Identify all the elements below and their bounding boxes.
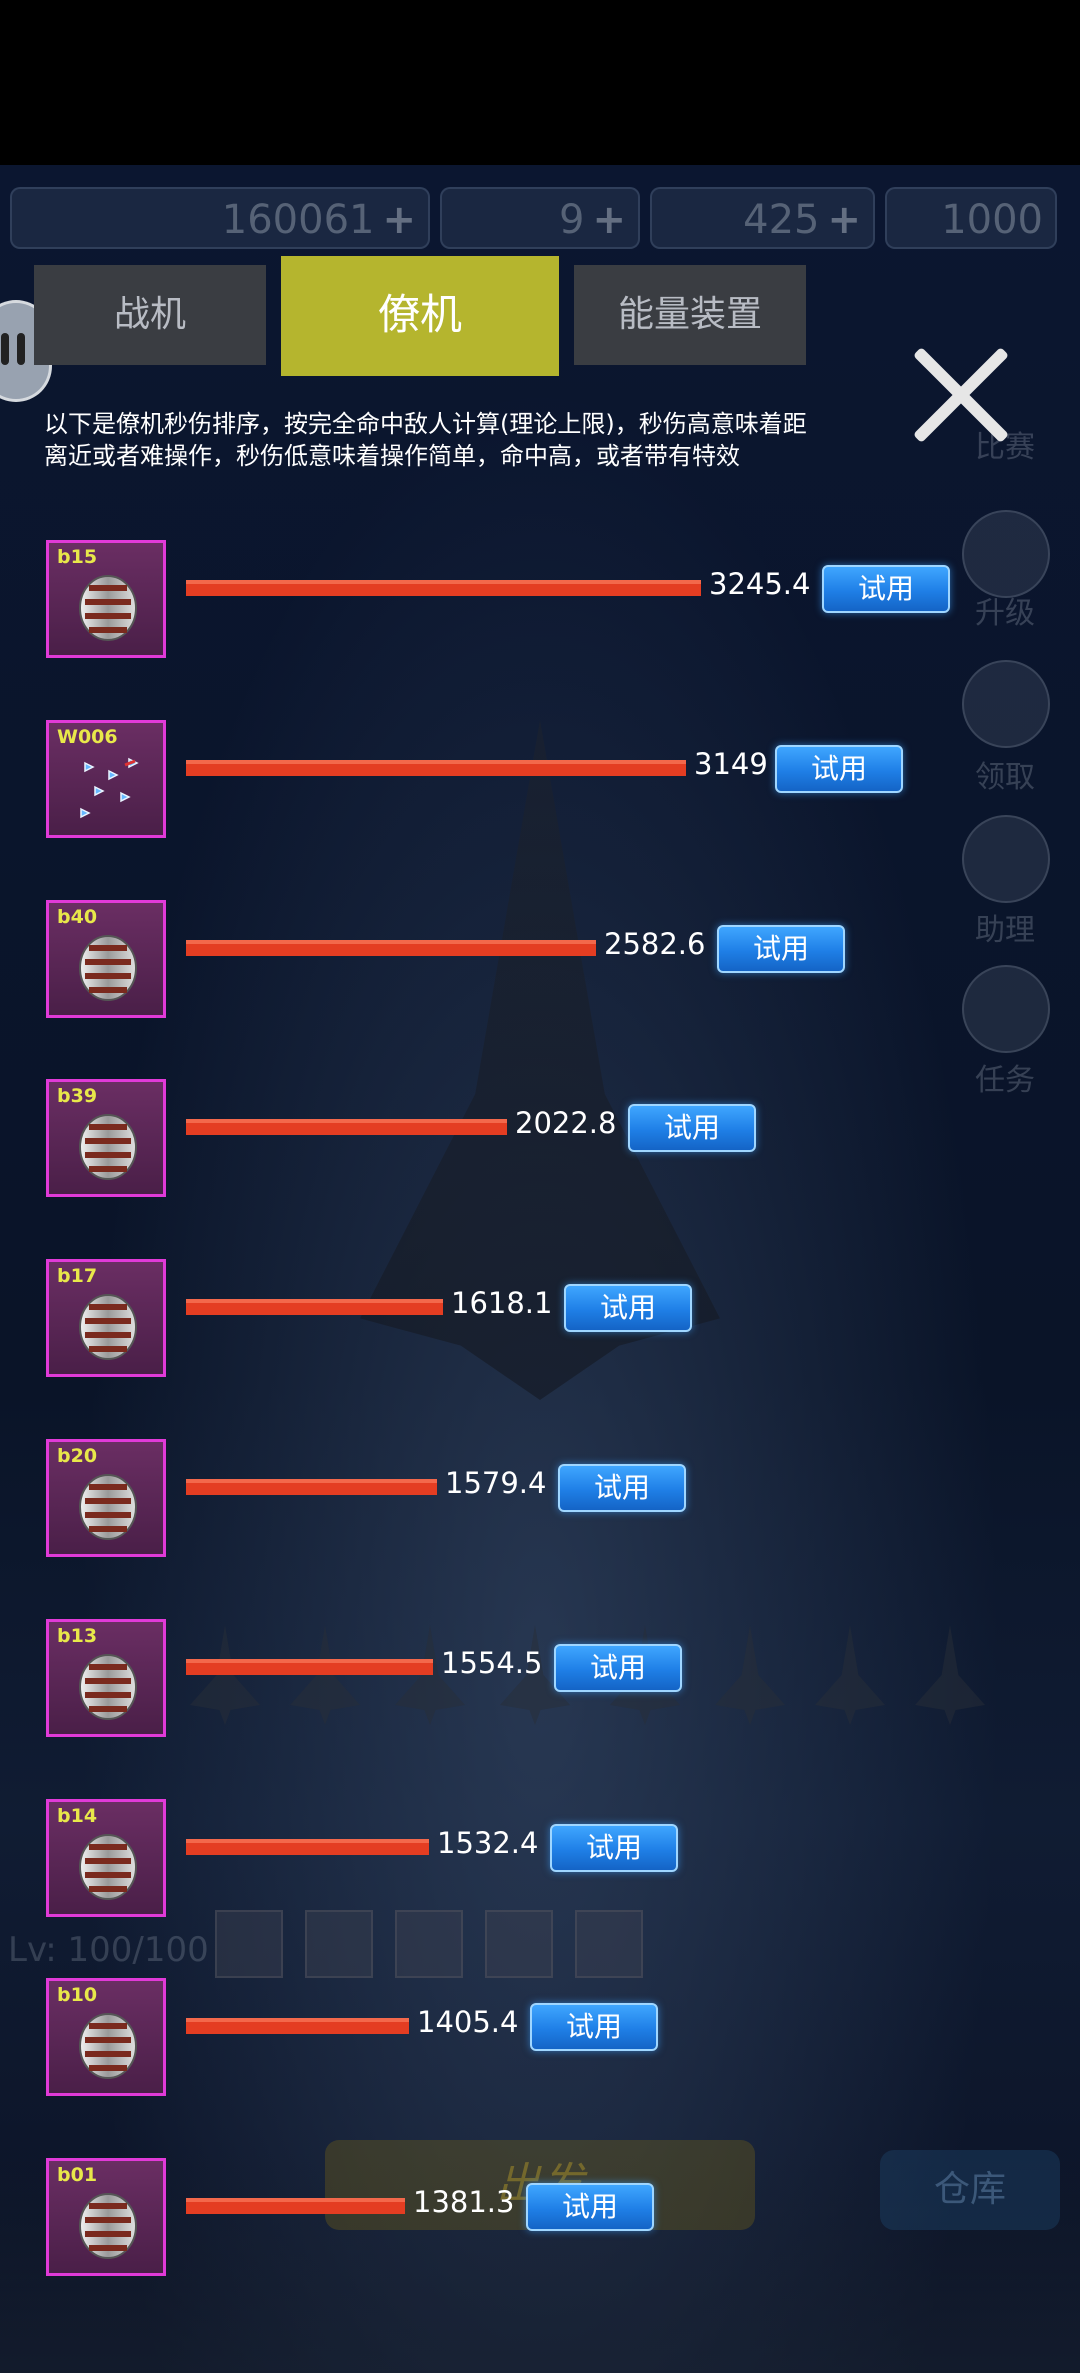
try-button[interactable]: 试用 xyxy=(558,1464,686,1512)
try-button[interactable]: 试用 xyxy=(526,2183,654,2231)
wingman-row: b40 2582.6 试用 xyxy=(0,900,1080,1030)
bomb-counter: 9 + xyxy=(440,187,640,249)
wingman-code: b20 xyxy=(57,1445,98,1467)
dps-bar xyxy=(186,2018,409,2034)
wingman-row: b10 1405.4 试用 xyxy=(0,1978,1080,2108)
wingman-row: W006 3149 试用 xyxy=(0,720,1080,850)
wingman-code: b40 xyxy=(57,906,98,928)
dps-bar xyxy=(186,2198,405,2214)
dps-bar xyxy=(186,1839,429,1855)
ranking-description: 以下是僚机秒伤排序，按完全命中敌人计算(理论上限)，秒伤高意味着距离近或者难操作… xyxy=(44,410,807,470)
wingman-thumbnail: W006 xyxy=(46,720,166,838)
try-button[interactable]: 试用 xyxy=(775,745,903,793)
wingman-row: b01 1381.3 试用 xyxy=(0,2158,1080,2288)
wingman-row: b14 1532.4 试用 xyxy=(0,1799,1080,1929)
dps-bar xyxy=(186,1119,507,1135)
close-icon[interactable] xyxy=(910,345,1010,445)
ticket-counter: 1000 xyxy=(885,187,1057,249)
wingman-thumbnail: b15 xyxy=(46,540,166,658)
wingman-code: b01 xyxy=(57,2164,98,2186)
coin-counter: 160061 + xyxy=(10,187,430,249)
wingman-code: b17 xyxy=(57,1265,98,1287)
wingman-thumbnail: b13 xyxy=(46,1619,166,1737)
wingman-row: b17 1618.1 试用 xyxy=(0,1259,1080,1389)
try-button[interactable]: 试用 xyxy=(550,1824,678,1872)
dps-value: 1381.3 xyxy=(413,2185,515,2219)
wingman-code: b14 xyxy=(57,1805,98,1827)
tab-energy-device[interactable]: 能量装置 xyxy=(574,265,806,365)
tab-fighter[interactable]: 战机 xyxy=(34,265,266,365)
wingman-code: W006 xyxy=(57,726,118,748)
wingman-code: b10 xyxy=(57,1984,98,2006)
dps-value: 3149 xyxy=(694,747,768,781)
dps-value: 1532.4 xyxy=(437,1826,539,1860)
wingman-row: b15 3245.4 试用 xyxy=(0,540,1080,670)
wingman-thumbnail: b14 xyxy=(46,1799,166,1917)
try-button[interactable]: 试用 xyxy=(564,1284,692,1332)
gem-counter: 425 + xyxy=(650,187,875,249)
level-text: Lv: 100/100 xyxy=(8,1930,209,1970)
dps-bar xyxy=(186,580,701,596)
wingman-row: b13 1554.5 试用 xyxy=(0,1619,1080,1749)
wingman-thumbnail: b39 xyxy=(46,1079,166,1197)
wingman-row: b20 1579.4 试用 xyxy=(0,1439,1080,1569)
try-button[interactable]: 试用 xyxy=(628,1104,756,1152)
dps-value: 1554.5 xyxy=(441,1646,543,1680)
dps-value: 1579.4 xyxy=(445,1466,547,1500)
wingman-code: b13 xyxy=(57,1625,98,1647)
wingman-thumbnail: b01 xyxy=(46,2158,166,2276)
try-button[interactable]: 试用 xyxy=(554,1644,682,1692)
dps-bar xyxy=(186,760,686,776)
dps-bar xyxy=(186,1659,433,1675)
wingman-thumbnail: b20 xyxy=(46,1439,166,1557)
try-button[interactable]: 试用 xyxy=(822,565,950,613)
dps-bar xyxy=(186,1479,437,1495)
wingman-code: b15 xyxy=(57,546,98,568)
wingman-row: b39 2022.8 试用 xyxy=(0,1079,1080,1209)
dps-value: 1618.1 xyxy=(451,1286,553,1320)
wingman-thumbnail: b10 xyxy=(46,1978,166,2096)
try-button[interactable]: 试用 xyxy=(717,925,845,973)
tab-wingman[interactable]: 僚机 xyxy=(281,256,559,376)
wingman-thumbnail: b17 xyxy=(46,1259,166,1377)
dps-value: 2022.8 xyxy=(515,1106,617,1140)
try-button[interactable]: 试用 xyxy=(530,2003,658,2051)
dps-value: 2582.6 xyxy=(604,927,706,961)
dps-bar xyxy=(186,1299,443,1315)
dps-bar xyxy=(186,940,596,956)
wingman-thumbnail: b40 xyxy=(46,900,166,1018)
wingman-code: b39 xyxy=(57,1085,98,1107)
dps-value: 3245.4 xyxy=(709,567,811,601)
dps-value: 1405.4 xyxy=(417,2005,519,2039)
